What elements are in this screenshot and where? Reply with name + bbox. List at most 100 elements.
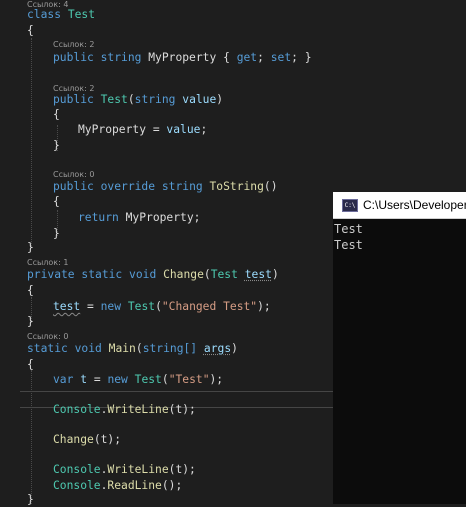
code-line-constructor[interactable]: public Test(string value) (53, 93, 223, 107)
code-line-brace[interactable]: } (27, 493, 34, 507)
type-name: Test (127, 300, 156, 313)
code-line-change-decl[interactable]: private static void Change(Test test) (27, 268, 279, 282)
type-name: Console (53, 463, 101, 476)
string-literal: "Changed Test" (161, 300, 258, 313)
paren: ) (271, 268, 279, 281)
arguments: (t); (93, 433, 122, 446)
code-line-property[interactable]: public string MyProperty { get; set; } (53, 51, 312, 65)
console-output-line: Test (334, 238, 363, 252)
code-line-change-body[interactable]: test = new Test("Changed Test"); (53, 300, 271, 314)
identifier: MyProperty (125, 211, 194, 224)
method-name: Change (53, 433, 94, 446)
keyword: public (53, 93, 94, 106)
keyword: void (129, 268, 157, 281)
code-line-brace[interactable]: { (53, 195, 60, 209)
semicolon: ; (257, 51, 264, 64)
keyword: get (236, 51, 258, 64)
arguments: (t); (168, 463, 196, 476)
type-name: Test (210, 268, 238, 281)
code-line-brace[interactable]: { (27, 284, 34, 298)
method-name: WriteLine (107, 403, 169, 416)
paren: ( (127, 93, 135, 106)
keyword: string (161, 180, 203, 193)
method-name: ToString (209, 180, 264, 193)
brace: { (223, 51, 230, 64)
arguments: (t); (168, 403, 196, 416)
keyword: override (100, 180, 156, 193)
keyword: class (27, 8, 62, 21)
semicolon: ; (193, 211, 201, 224)
brace: } (27, 493, 34, 506)
brace: { (53, 195, 60, 208)
keyword: static (81, 268, 123, 281)
keyword: string (134, 93, 176, 106)
brace: { (27, 284, 34, 297)
code-line-readline[interactable]: Console.ReadLine(); (53, 479, 182, 493)
arguments: (); (161, 479, 183, 492)
method-name: Change (163, 268, 204, 281)
method-name: Main (108, 342, 136, 355)
keyword: private (27, 268, 75, 281)
operator: = (80, 300, 101, 313)
type-name: Console (53, 403, 101, 416)
paren: () (263, 180, 278, 193)
keyword: void (74, 342, 102, 355)
brace: { (27, 24, 34, 37)
keyword: static (27, 342, 68, 355)
code-line-main-decl[interactable]: static void Main(string[] args) (27, 342, 238, 356)
local-variable: t (80, 373, 88, 386)
code-line-brace[interactable]: } (53, 227, 60, 241)
code-line-tostring[interactable]: public override string ToString() (53, 180, 278, 194)
codelens-references[interactable]: Ссылок: 2 (53, 40, 94, 50)
code-line-writeline[interactable]: Console.WriteLine(t); (53, 403, 196, 417)
code-line-brace[interactable]: { (27, 358, 34, 372)
identifier: MyProperty (78, 123, 147, 136)
console-title: C:\Users\Developer\ (363, 198, 466, 212)
semicolon: ; (291, 51, 298, 64)
type-name: Test (67, 8, 96, 21)
paren: ) (216, 93, 224, 106)
code-line-brace[interactable]: } (27, 315, 34, 329)
keyword: public (53, 51, 94, 64)
string-literal: "Test" (168, 373, 210, 386)
code-line-var-decl[interactable]: var t = new Test("Test"); (53, 373, 223, 387)
paren: ( (203, 268, 211, 281)
brace: } (27, 315, 34, 328)
type-name: Test (100, 93, 128, 106)
brace: } (27, 241, 34, 254)
brace: { (53, 108, 60, 121)
method-name: ReadLine (107, 479, 162, 492)
keyword: new (107, 373, 128, 386)
keyword: new (100, 300, 122, 313)
parameter: test (53, 300, 81, 313)
brace: } (304, 51, 312, 64)
console-app-icon: C:\ (342, 199, 358, 212)
method-name: WriteLine (107, 463, 169, 476)
console-output-line: Test (334, 222, 363, 236)
keyword: string[] (142, 342, 198, 355)
code-line-class-decl[interactable]: class Test (27, 8, 95, 22)
indent-guide (31, 38, 32, 246)
code-line-brace[interactable]: } (53, 139, 60, 153)
code-line-brace[interactable]: } (27, 241, 34, 255)
brace: } (53, 227, 60, 240)
identifier: MyProperty (148, 51, 217, 64)
code-line-assignment[interactable]: MyProperty = value; (78, 123, 207, 137)
semicolon: ; (200, 123, 208, 136)
keyword: string (100, 51, 142, 64)
code-line-change-call[interactable]: Change(t); (53, 433, 121, 447)
console-titlebar[interactable]: C:\ C:\Users\Developer\ (333, 192, 466, 219)
paren: ); (257, 300, 271, 313)
paren: ( (155, 300, 162, 313)
console-window[interactable]: C:\ C:\Users\Developer\ Test Test (333, 192, 466, 504)
parameter: args (203, 342, 232, 355)
codelens-references[interactable]: Ссылок: 0 (53, 170, 94, 180)
code-line-return[interactable]: return MyProperty; (78, 211, 200, 225)
codelens-references[interactable]: Ссылок: 0 (27, 332, 68, 342)
code-line-brace[interactable]: { (53, 108, 60, 122)
code-line-writeline[interactable]: Console.WriteLine(t); (53, 463, 196, 477)
code-line-brace[interactable]: { (27, 24, 34, 38)
paren: ); (209, 373, 224, 386)
type-name: Test (134, 373, 162, 386)
codelens-references[interactable]: Ссылок: 1 (27, 258, 68, 268)
